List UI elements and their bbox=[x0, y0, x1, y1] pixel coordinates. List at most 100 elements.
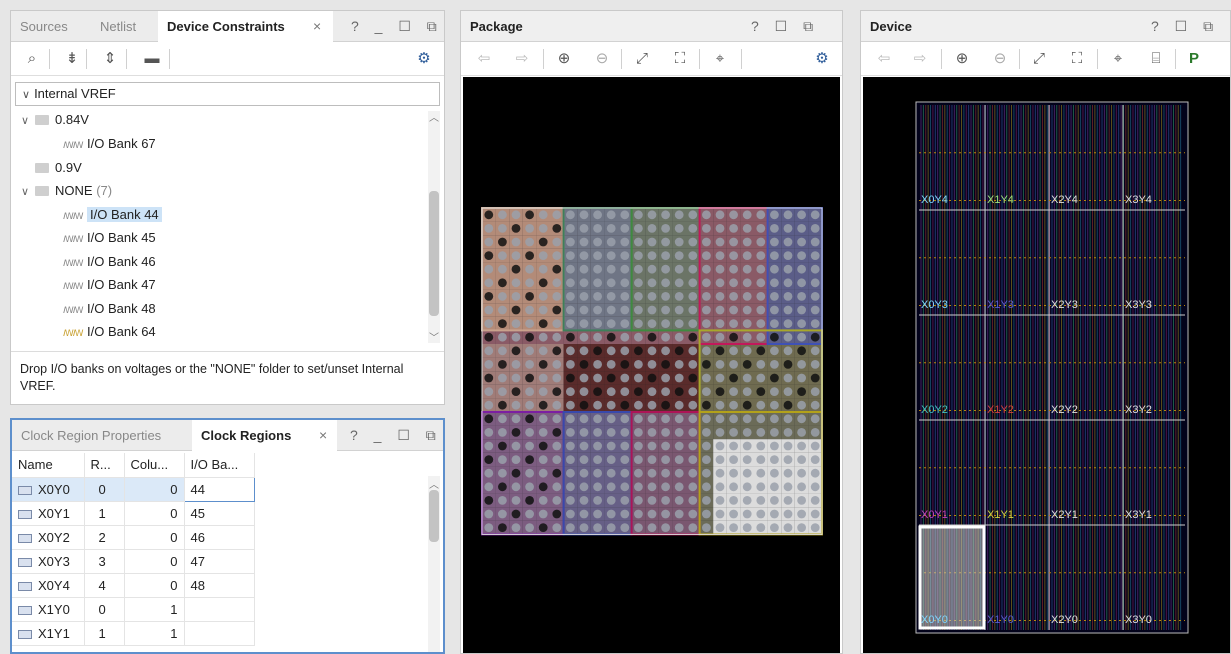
col-io-bank[interactable]: I/O Ba... bbox=[184, 453, 255, 478]
package-pin bbox=[661, 428, 670, 437]
zoom-in-icon[interactable]: ⊕ bbox=[951, 48, 973, 70]
table-row[interactable]: X0Y2 2 0 46 bbox=[12, 525, 255, 550]
table-row[interactable]: X0Y4 4 0 48 bbox=[12, 573, 255, 598]
minus-icon[interactable]: ▬ bbox=[141, 48, 163, 70]
table-scrollbar-thumb[interactable] bbox=[429, 490, 439, 542]
package-pin bbox=[606, 332, 616, 342]
package-pin bbox=[742, 264, 752, 274]
package-pin bbox=[538, 400, 548, 410]
package-pin bbox=[742, 332, 752, 342]
table-row[interactable]: X1Y1 1 1 bbox=[12, 621, 255, 646]
crosshair-icon[interactable]: ⌖ bbox=[1107, 48, 1129, 70]
fit-view-icon[interactable]: ⤢ bbox=[1028, 48, 1050, 70]
package-pin bbox=[770, 441, 779, 451]
table-row[interactable]: X0Y3 3 0 47 bbox=[12, 549, 255, 574]
package-canvas[interactable] bbox=[463, 77, 840, 653]
fit-view-icon[interactable]: ⤢ bbox=[631, 48, 653, 70]
package-pin bbox=[647, 237, 657, 247]
scroll-up-icon[interactable]: ︿ bbox=[429, 476, 439, 491]
package-pin bbox=[674, 387, 684, 396]
zoom-out-icon[interactable]: ⊖ bbox=[591, 48, 613, 70]
tree-folder-084v[interactable]: ∨ 0.84V bbox=[21, 108, 89, 131]
back-icon[interactable]: ⇦ bbox=[473, 48, 495, 70]
tree-folder-none[interactable]: ∨ NONE (7) bbox=[21, 179, 112, 202]
forward-icon[interactable]: ⇨ bbox=[511, 48, 533, 70]
package-pin bbox=[729, 292, 738, 301]
cell-col: 0 bbox=[124, 549, 185, 574]
gear-icon[interactable]: ⚙ bbox=[811, 48, 833, 70]
package-pin bbox=[620, 509, 630, 519]
package-pin bbox=[579, 360, 589, 369]
package-pin bbox=[525, 428, 534, 437]
tab-sources[interactable]: Sources bbox=[11, 11, 77, 42]
crosshair-icon[interactable]: ⌖ bbox=[709, 48, 731, 70]
close-icon[interactable]: × bbox=[319, 420, 327, 451]
package-pin bbox=[525, 264, 534, 274]
col-name[interactable]: Name bbox=[12, 453, 85, 478]
col-column[interactable]: Colu... bbox=[124, 453, 185, 478]
routing-resources-icon[interactable]: ⌸ bbox=[1145, 48, 1167, 70]
tree-scrollbar-thumb[interactable] bbox=[429, 191, 439, 316]
add-pblock-icon[interactable]: P bbox=[1183, 48, 1205, 70]
zoom-out-icon[interactable]: ⊖ bbox=[989, 48, 1011, 70]
chevron-down-icon[interactable]: ∨ bbox=[21, 181, 35, 204]
separator bbox=[86, 49, 87, 69]
tree-item-bank-45[interactable]: ꟿꟿ I/O Bank 45 bbox=[63, 226, 156, 249]
tree-item-bank-46[interactable]: ꟿꟿ I/O Bank 46 bbox=[63, 250, 156, 273]
package-pin bbox=[797, 455, 806, 464]
package-pin bbox=[783, 264, 793, 274]
window-buttons[interactable]: ? _ ☐ ⧉ bbox=[350, 420, 442, 451]
package-pin bbox=[484, 523, 494, 532]
package-pin bbox=[511, 251, 521, 260]
package-pin bbox=[566, 360, 575, 369]
package-pin bbox=[661, 237, 670, 247]
expand-all-icon[interactable]: ⇕ bbox=[99, 48, 121, 70]
gear-icon[interactable]: ⚙ bbox=[413, 48, 435, 70]
tree-count: (7) bbox=[96, 183, 113, 198]
zoom-in-icon[interactable]: ⊕ bbox=[553, 48, 575, 70]
device-canvas[interactable]: X0Y4 X1Y4 X2Y4 X3Y4 X0Y3 X1Y3 X2Y3 X3Y3 X0Y2 X1Y2… bbox=[863, 77, 1230, 653]
scroll-down-icon[interactable]: ﹀ bbox=[429, 329, 439, 344]
chevron-down-icon[interactable]: ∨ bbox=[21, 110, 35, 133]
device-view[interactable] bbox=[863, 77, 1230, 653]
package-pin bbox=[620, 360, 630, 369]
close-icon[interactable]: × bbox=[313, 11, 321, 42]
back-icon[interactable]: ⇦ bbox=[873, 48, 895, 70]
tab-device-constraints[interactable]: Device Constraints bbox=[158, 11, 333, 43]
tree-item-bank-44[interactable]: ꟿꟿ I/O Bank 44 bbox=[63, 203, 162, 226]
col-row[interactable]: R... bbox=[84, 453, 125, 478]
forward-icon[interactable]: ⇨ bbox=[909, 48, 931, 70]
package-pin bbox=[634, 496, 643, 505]
search-icon[interactable]: ⌕ bbox=[21, 48, 43, 70]
tree-item-bank-67[interactable]: ꟿꟿ I/O Bank 67 bbox=[63, 132, 156, 155]
package-pin bbox=[756, 455, 766, 464]
tree-item-bank-64[interactable]: ꟿꟿ I/O Bank 64 bbox=[63, 320, 156, 343]
window-buttons[interactable]: ? ☐ ⧉ × bbox=[1151, 11, 1230, 65]
package-pin bbox=[538, 224, 548, 233]
tree-item-bank-47[interactable]: ꟿꟿ I/O Bank 47 bbox=[63, 273, 156, 296]
zoom-fit-selection-icon[interactable]: ⛶ bbox=[669, 48, 691, 70]
tree-item-bank-48[interactable]: ꟿꟿ I/O Bank 48 bbox=[63, 297, 156, 320]
window-buttons[interactable]: ? ☐ ⧉ × bbox=[751, 11, 842, 65]
collapse-all-icon[interactable]: ⇟ bbox=[61, 48, 83, 70]
table-row[interactable]: X0Y0 0 0 44 bbox=[12, 476, 255, 502]
filter-dropdown[interactable]: ∨ Internal VREF bbox=[15, 82, 440, 106]
package-pin bbox=[756, 360, 766, 369]
package-pin bbox=[810, 251, 820, 260]
cell-bank bbox=[184, 621, 255, 646]
package-view[interactable] bbox=[463, 77, 840, 653]
package-pin bbox=[538, 278, 548, 288]
tree-folder-09v[interactable]: 0.9V bbox=[35, 156, 82, 179]
package-pin bbox=[620, 455, 630, 464]
scroll-up-icon[interactable]: ︿ bbox=[429, 109, 439, 124]
tab-netlist[interactable]: Netlist bbox=[91, 11, 145, 42]
zoom-fit-selection-icon[interactable]: ⛶ bbox=[1066, 48, 1088, 70]
tab-clock-regions[interactable]: Clock Regions bbox=[192, 420, 337, 452]
table-row[interactable]: X0Y1 1 0 45 bbox=[12, 501, 255, 526]
tab-clock-region-properties[interactable]: Clock Region Properties bbox=[12, 420, 170, 451]
window-buttons[interactable]: ? _ ☐ ⧉ bbox=[351, 11, 443, 42]
table-row[interactable]: X1Y0 0 1 bbox=[12, 597, 255, 622]
package-pin bbox=[688, 400, 698, 410]
package-pin bbox=[797, 346, 806, 356]
package-pin bbox=[797, 509, 806, 519]
